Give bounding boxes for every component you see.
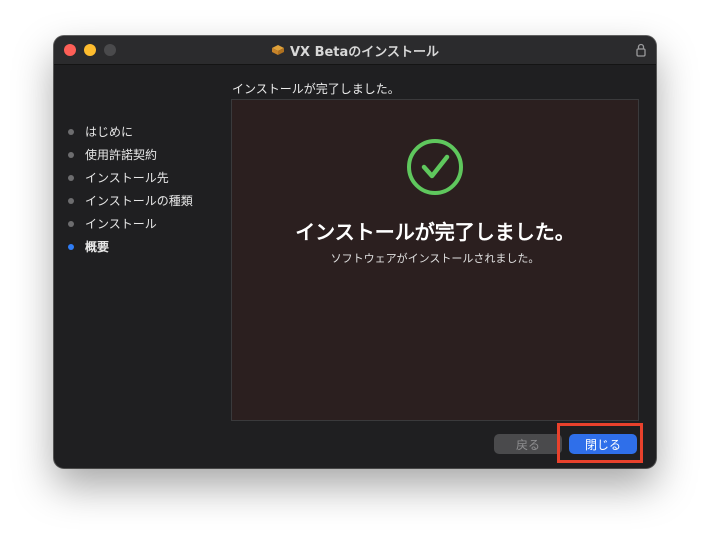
back-button[interactable]: 戻る (494, 434, 562, 454)
lock-icon (636, 43, 646, 57)
window-title: VX Betaのインストール (289, 44, 440, 60)
step-label: 概要 (85, 240, 110, 254)
step-label: 使用許諾契約 (85, 148, 158, 162)
step-bullet-icon (68, 128, 74, 135)
package-icon (271, 45, 284, 55)
step-bullet-icon (68, 151, 74, 158)
installer-window: VX Betaのインストール はじめに 使用許諾契約 インストール先 インストー… (54, 36, 656, 468)
step-label: インストール (85, 217, 157, 231)
content-panel: インストールが完了しました。 ソフトウェアがインストールされました。 (231, 99, 639, 421)
window-title-group: VX Betaのインストール (54, 36, 656, 64)
completion-subtitle: ソフトウェアがインストールされました。 (330, 252, 540, 265)
sidebar-step-destination: インストール先 (68, 166, 193, 189)
step-label: インストール先 (85, 171, 169, 185)
close-button-highlight (557, 423, 643, 463)
step-bullet-icon (68, 174, 74, 181)
steps-sidebar: はじめに 使用許諾契約 インストール先 インストールの種類 インストール 概要 (68, 120, 193, 258)
sidebar-step-summary: 概要 (68, 235, 193, 258)
step-label: はじめに (85, 125, 134, 139)
completion-title: インストールが完了しました。 (295, 220, 575, 244)
step-label: インストールの種類 (85, 194, 193, 208)
sidebar-step-license: 使用許諾契約 (68, 143, 193, 166)
step-bullet-icon (68, 197, 74, 204)
checkmark-circle-icon (407, 139, 463, 195)
pane-header: インストールが完了しました。 (232, 82, 400, 96)
step-bullet-active-icon (68, 243, 74, 250)
sidebar-step-installation-type: インストールの種類 (68, 189, 193, 212)
title-bar[interactable]: VX Betaのインストール (54, 36, 656, 65)
sidebar-step-introduction: はじめに (68, 120, 193, 143)
step-bullet-icon (68, 220, 74, 227)
sidebar-step-install: インストール (68, 212, 193, 235)
